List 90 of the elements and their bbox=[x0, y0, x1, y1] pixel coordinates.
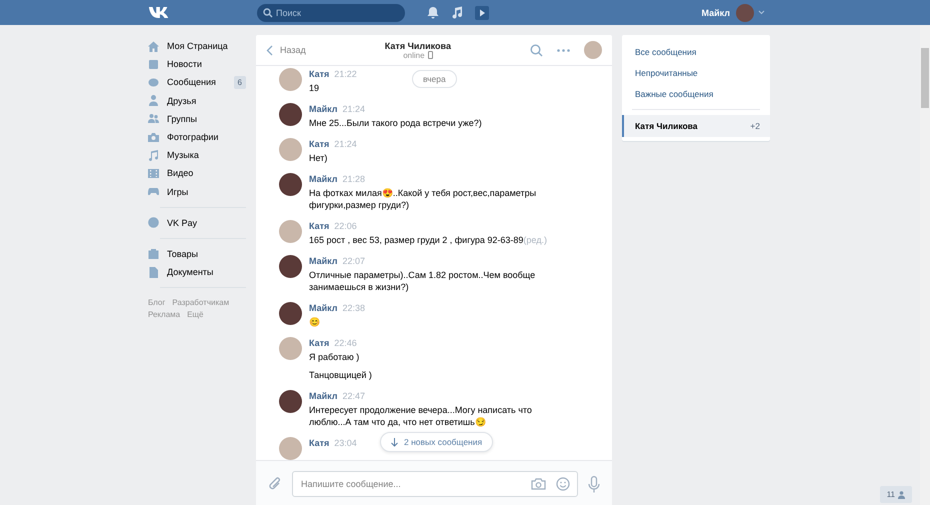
bell-icon[interactable] bbox=[427, 6, 439, 19]
message-time: 21:24 bbox=[342, 103, 366, 115]
nav-item[interactable]: VK Pay bbox=[148, 214, 246, 232]
chevron-left-icon bbox=[266, 44, 273, 56]
sender-name[interactable]: Майкл bbox=[309, 302, 338, 314]
sender-name[interactable]: Катя bbox=[309, 220, 330, 232]
edited-label: (ред.) bbox=[523, 235, 547, 245]
online-counter[interactable]: 11 bbox=[880, 486, 912, 503]
microphone-icon[interactable] bbox=[588, 476, 600, 492]
online-status: online bbox=[403, 50, 433, 60]
sender-name[interactable]: Катя bbox=[309, 337, 330, 349]
sender-name[interactable]: Майкл bbox=[309, 390, 338, 402]
nav-item[interactable]: Группы bbox=[148, 110, 246, 128]
gamepad-icon bbox=[148, 186, 159, 198]
message-time: 23:04 bbox=[334, 437, 357, 449]
sender-name[interactable]: Катя bbox=[309, 138, 330, 150]
sender-avatar[interactable] bbox=[279, 390, 302, 413]
sender-name[interactable]: Майкл bbox=[309, 173, 338, 185]
note-icon bbox=[148, 150, 159, 161]
sender-name[interactable]: Катя bbox=[309, 437, 330, 449]
search-field[interactable]: Поиск bbox=[257, 4, 405, 22]
arrow-down-icon bbox=[391, 438, 398, 446]
message-input[interactable]: Напишите сообщение... bbox=[292, 471, 578, 497]
home-icon bbox=[148, 40, 159, 52]
logo-icon[interactable] bbox=[148, 6, 170, 19]
person-icon bbox=[898, 490, 905, 498]
message-text: Нет) bbox=[309, 152, 328, 164]
message-text: Мне 25...Были такого рода встречи уже?) bbox=[309, 117, 483, 129]
nav-item[interactable]: Документы bbox=[148, 263, 246, 282]
conversation-item[interactable]: Катя Чиликова +2 bbox=[622, 115, 770, 137]
message-time: 22:38 bbox=[342, 302, 366, 314]
sender-avatar[interactable] bbox=[279, 255, 302, 278]
message-time: 21:28 bbox=[342, 173, 366, 185]
folder-item[interactable]: Все сообщения bbox=[622, 42, 770, 62]
message-time: 22:47 bbox=[342, 390, 366, 402]
nav-item[interactable]: Друзья bbox=[148, 92, 246, 110]
date-pill: вчера bbox=[412, 70, 457, 88]
message-text: Танцовщицей ) bbox=[309, 369, 373, 381]
camera-icon bbox=[148, 132, 159, 143]
film-icon bbox=[148, 168, 159, 179]
user-avatar[interactable] bbox=[736, 4, 754, 22]
nav-item[interactable]: Моя Страница bbox=[148, 37, 246, 56]
message-time: 21:24 bbox=[334, 138, 357, 150]
message-text: 165 рост , вес 53, размер груди 2 , фигура 92-63-89(ред.) bbox=[309, 234, 548, 246]
message-text: Интересует продолжение вечера...Могу написать что люблю...А там что да, что нет ответишь😏 bbox=[309, 404, 533, 428]
caret-icon[interactable] bbox=[758, 10, 765, 15]
nav-item[interactable]: Музыка bbox=[148, 146, 246, 164]
sender-avatar[interactable] bbox=[279, 103, 302, 126]
message-time: 21:22 bbox=[334, 68, 357, 80]
music-note-icon[interactable] bbox=[451, 6, 463, 19]
sender-name[interactable]: Майкл bbox=[309, 255, 338, 267]
message-text: 😊 bbox=[309, 316, 321, 328]
message-time: 22:07 bbox=[342, 255, 366, 267]
scrollbar[interactable] bbox=[920, 25, 930, 505]
new-messages-button[interactable]: 2 новых сообщения bbox=[380, 432, 494, 452]
phone-icon bbox=[428, 51, 433, 59]
play-icon[interactable] bbox=[475, 6, 489, 20]
folder-item[interactable]: Важные сообщения bbox=[622, 84, 770, 104]
doc-icon bbox=[148, 266, 159, 278]
smiley-icon[interactable] bbox=[556, 477, 570, 491]
nav-item[interactable]: Игры bbox=[148, 182, 246, 201]
message-text: Отличные параметры)..Сам 1.82 ростом..Чем вообще занимаешься в жизни?) bbox=[309, 269, 536, 293]
nav-item[interactable]: Товары bbox=[148, 244, 246, 264]
camera-icon[interactable] bbox=[531, 478, 546, 490]
bag-icon bbox=[148, 248, 159, 260]
nav-item[interactable]: Видео bbox=[148, 164, 246, 182]
sender-avatar[interactable] bbox=[279, 173, 302, 196]
message-time: 22:06 bbox=[334, 220, 357, 232]
message-time: 22:46 bbox=[334, 337, 357, 349]
user-name[interactable]: Майкл bbox=[702, 8, 730, 18]
nav-item[interactable]: Фотографии bbox=[148, 128, 246, 146]
contact-avatar[interactable] bbox=[584, 41, 602, 59]
paperclip-icon[interactable] bbox=[268, 476, 282, 492]
more-icon[interactable] bbox=[557, 48, 570, 52]
chat-title[interactable]: Катя Чиликова bbox=[384, 40, 451, 50]
message-text: 19 bbox=[309, 82, 320, 94]
unread-count-badge: 6 bbox=[234, 76, 246, 89]
folder-item[interactable]: Непрочитанные bbox=[622, 63, 770, 83]
search-icon[interactable] bbox=[530, 44, 543, 56]
sender-name[interactable]: Катя bbox=[309, 68, 330, 80]
person-icon bbox=[148, 95, 159, 106]
message-text: Я работаю ) bbox=[309, 351, 360, 363]
nav-item[interactable]: Сообщения 6 bbox=[148, 73, 246, 92]
back-link[interactable]: Назад bbox=[266, 44, 306, 56]
sender-avatar[interactable] bbox=[279, 302, 302, 325]
people-icon bbox=[148, 113, 159, 124]
sender-name[interactable]: Майкл bbox=[309, 103, 338, 115]
nav-item[interactable]: Новости bbox=[148, 55, 246, 74]
search-icon bbox=[263, 8, 273, 18]
message-text: На фотках милая😍..Какой у тебя рост,вес,параметры фигурки,размер груди?) bbox=[309, 187, 538, 211]
